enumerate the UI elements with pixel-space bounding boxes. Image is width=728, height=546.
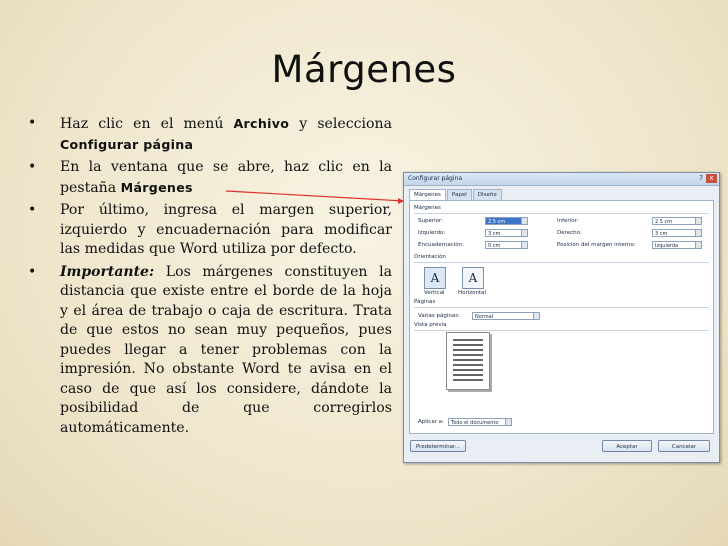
- chevron-down-icon[interactable]: [695, 242, 701, 248]
- aplicar-label: Aplicar a:: [418, 419, 444, 425]
- divider: [414, 307, 709, 308]
- superior-field[interactable]: 2.5 cm: [485, 217, 528, 225]
- vertical-label[interactable]: Vertical: [424, 290, 445, 296]
- aceptar-button[interactable]: Aceptar: [602, 440, 652, 452]
- spinner-icon[interactable]: [695, 218, 701, 224]
- aplicar-select[interactable]: Todo el documento: [448, 418, 512, 426]
- posicion-label: Posición del margen interno:: [557, 242, 636, 248]
- preview-line: [453, 379, 483, 381]
- landscape-glyph: A: [468, 271, 478, 285]
- cancelar-button[interactable]: Cancelar: [658, 440, 710, 452]
- chevron-down-icon[interactable]: [533, 313, 539, 319]
- divider: [414, 330, 709, 331]
- preview-line: [453, 364, 483, 366]
- encuadernacion-label: Encuadernación:: [418, 242, 464, 248]
- preview-line: [453, 354, 483, 356]
- derecho-value: 3 cm: [655, 231, 668, 237]
- chevron-down-icon[interactable]: [505, 419, 511, 425]
- preview-line: [453, 374, 483, 376]
- inferior-label: Inferior:: [557, 218, 579, 224]
- section-orientacion: Orientación: [414, 254, 446, 260]
- predeterminar-button[interactable]: Predeterminar...: [410, 440, 466, 452]
- inferior-value: 2.5 cm: [655, 219, 673, 225]
- spinner-icon[interactable]: [521, 218, 527, 224]
- preview-line: [453, 359, 483, 361]
- landscape-orientation-icon[interactable]: A: [462, 267, 484, 289]
- preview-line: [453, 369, 483, 371]
- varias-paginas-select[interactable]: Normal: [472, 312, 540, 320]
- derecho-field[interactable]: 3 cm: [652, 229, 702, 237]
- preview-line: [453, 344, 483, 346]
- dialog-title: Configurar página: [408, 175, 463, 182]
- dialog-titlebar: Configurar página ? x: [404, 173, 719, 186]
- section-paginas: Páginas: [414, 299, 436, 305]
- dialog-panel: Márgenes Superior: 2.5 cm Inferior: 2.5 …: [409, 200, 714, 434]
- preview-line: [453, 339, 483, 341]
- spinner-icon[interactable]: [521, 242, 527, 248]
- izquierdo-value: 3 cm: [488, 231, 501, 237]
- callout-arrow-line: [225, 190, 405, 202]
- superior-value: 2.5 cm: [488, 219, 506, 225]
- preview-line: [453, 349, 483, 351]
- posicion-select[interactable]: Izquierda: [652, 241, 702, 249]
- page-preview-icon: [446, 332, 490, 390]
- aplicar-value: Todo el documento: [451, 420, 499, 426]
- page-setup-dialog: Configurar página ? x Márgenes Papel Diseñ…: [403, 172, 720, 463]
- encuadernacion-field[interactable]: 0 cm: [485, 241, 528, 249]
- spinner-icon[interactable]: [521, 230, 527, 236]
- encuadernacion-value: 0 cm: [488, 243, 501, 249]
- varias-paginas-value: Normal: [475, 314, 494, 320]
- posicion-value: Izquierda: [655, 243, 679, 249]
- spinner-icon[interactable]: [695, 230, 701, 236]
- divider: [414, 262, 709, 263]
- horizontal-label[interactable]: Horizontal: [458, 290, 486, 296]
- tab-margenes[interactable]: Márgenes: [409, 189, 446, 200]
- varias-paginas-label: Varias páginas:: [418, 313, 460, 319]
- section-margenes: Márgenes: [414, 205, 441, 211]
- superior-label: Superior:: [418, 218, 444, 224]
- derecho-label: Derecho:: [557, 230, 582, 236]
- tab-papel[interactable]: Papel: [446, 189, 472, 200]
- izquierdo-field[interactable]: 3 cm: [485, 229, 528, 237]
- divider: [414, 213, 709, 214]
- dialog-tabs: Márgenes Papel Diseño: [409, 189, 503, 200]
- inferior-field[interactable]: 2.5 cm: [652, 217, 702, 225]
- help-icon[interactable]: ?: [699, 174, 703, 182]
- close-button[interactable]: x: [706, 174, 717, 183]
- izquierdo-label: Izquierdo:: [418, 230, 446, 236]
- portrait-orientation-icon[interactable]: A: [424, 267, 446, 289]
- portrait-glyph: A: [430, 271, 440, 285]
- tab-diseno[interactable]: Diseño: [472, 189, 502, 200]
- section-vista-previa: Vista previa: [414, 322, 447, 328]
